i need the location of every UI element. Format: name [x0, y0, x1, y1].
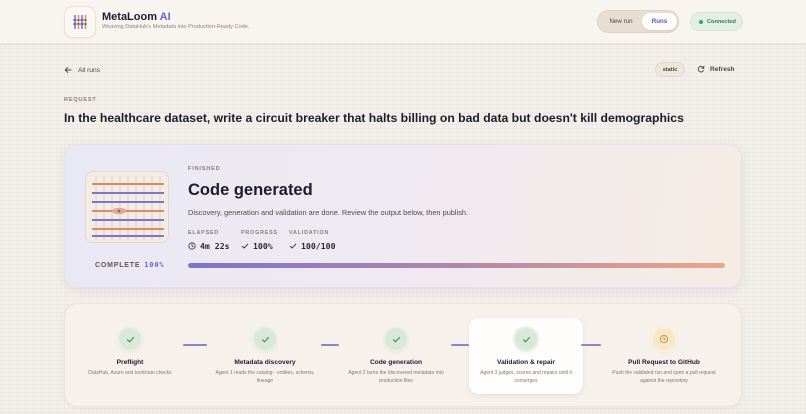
step-connector — [451, 344, 469, 346]
elapsed-label: ELAPSED — [188, 230, 220, 236]
step-name: Code generation — [369, 359, 423, 366]
run-status-card: COMPLETE 100% FINISHED Code generated Dis… — [64, 144, 742, 288]
check-icon — [522, 336, 530, 342]
connection-status-label: Connected — [707, 18, 736, 25]
validation-stat: VALIDATION 100/100 — [289, 230, 336, 251]
brand-tagline: Weaving DataHub's Metadata into Producti… — [102, 24, 250, 30]
complete-indicator: COMPLETE 100% — [95, 261, 164, 269]
loom-logo-icon — [73, 15, 87, 29]
refresh-button[interactable]: Refresh — [697, 65, 735, 73]
step-description: Agent 3 judges, scores and repairs until… — [480, 370, 572, 384]
step-pull-request[interactable]: Pull Request to GitHub Push the validate… — [601, 318, 727, 394]
elapsed-value: 4m 22s — [200, 241, 230, 251]
step-connector — [581, 344, 601, 346]
step-description: Agent 2 turns the discovered metadata in… — [348, 370, 444, 384]
step-status-circle — [252, 326, 278, 352]
clock-icon — [188, 242, 196, 250]
status-title: Code generated — [188, 181, 313, 199]
step-name: Preflight — [116, 359, 144, 366]
nav-segmented-control: New run Runs — [597, 10, 679, 33]
check-icon — [289, 243, 297, 249]
check-icon — [392, 336, 400, 342]
step-validation-repair[interactable]: Validation & repair Agent 3 judges, scor… — [469, 318, 583, 394]
progress-stat: PROGRESS 100% — [241, 230, 278, 251]
run-state-label: FINISHED — [188, 166, 221, 172]
new-run-tab[interactable]: New run — [601, 13, 641, 30]
validation-value: 100/100 — [301, 241, 336, 251]
loom-illustration — [85, 171, 169, 243]
step-description: Push the validated run and open a pull r… — [612, 370, 716, 384]
step-name: Metadata discovery — [234, 359, 296, 366]
check-icon — [241, 243, 249, 249]
runs-tab[interactable]: Runs — [642, 13, 677, 30]
clock-icon — [659, 334, 669, 344]
check-icon — [261, 336, 269, 342]
status-description: Discovery, generation and validation are… — [188, 208, 469, 217]
step-description: DataHub, Azure and toolchain checks — [88, 370, 172, 376]
back-label: All runs — [78, 66, 100, 74]
step-connector — [183, 344, 207, 346]
arrow-left-icon — [64, 67, 72, 73]
elapsed-stat: ELAPSED 4m 22s — [188, 230, 230, 251]
refresh-label: Refresh — [710, 65, 735, 73]
request-label: REQUEST — [64, 97, 97, 103]
step-status-circle — [117, 326, 143, 352]
complete-percent: 100% — [144, 261, 165, 269]
back-to-runs-link[interactable]: All runs — [64, 66, 100, 74]
pipeline-steps: Preflight DataHub, Azure and toolchain c… — [64, 303, 742, 407]
validation-label: VALIDATION — [289, 230, 330, 236]
brand-name: MetaLoom AI — [102, 11, 171, 23]
step-name: Validation & repair — [497, 359, 555, 366]
step-status-circle — [513, 326, 539, 352]
complete-label: COMPLETE — [95, 262, 141, 269]
connection-status-badge: Connected — [690, 12, 743, 31]
step-preflight[interactable]: Preflight DataHub, Azure and toolchain c… — [73, 318, 187, 394]
refresh-icon — [697, 65, 705, 73]
request-text: In the healthcare dataset, write a circu… — [64, 111, 684, 125]
progress-bar-fill — [188, 263, 725, 268]
brand-accent: AI — [159, 11, 171, 23]
step-code-generation[interactable]: Code generation Agent 2 turns the discov… — [339, 318, 453, 394]
progress-value: 100% — [253, 241, 273, 251]
step-connector — [321, 344, 339, 346]
step-status-circle — [651, 326, 677, 352]
loom-thread-icon — [92, 176, 164, 240]
status-dot-icon — [699, 19, 703, 24]
mode-chip: static — [655, 62, 685, 77]
step-status-circle — [383, 326, 409, 352]
progress-bar — [188, 263, 725, 268]
step-description: Agent 1 reads the catalog - entities, sc… — [215, 370, 315, 384]
step-name: Pull Request to GitHub — [628, 359, 700, 366]
top-header: MetaLoom AI Weaving DataHub's Metadata i… — [0, 0, 806, 44]
brand-logo[interactable] — [64, 6, 96, 38]
progress-label: PROGRESS — [241, 230, 278, 236]
check-icon — [126, 336, 134, 342]
step-metadata-discovery[interactable]: Metadata discovery Agent 1 reads the cat… — [208, 318, 322, 394]
